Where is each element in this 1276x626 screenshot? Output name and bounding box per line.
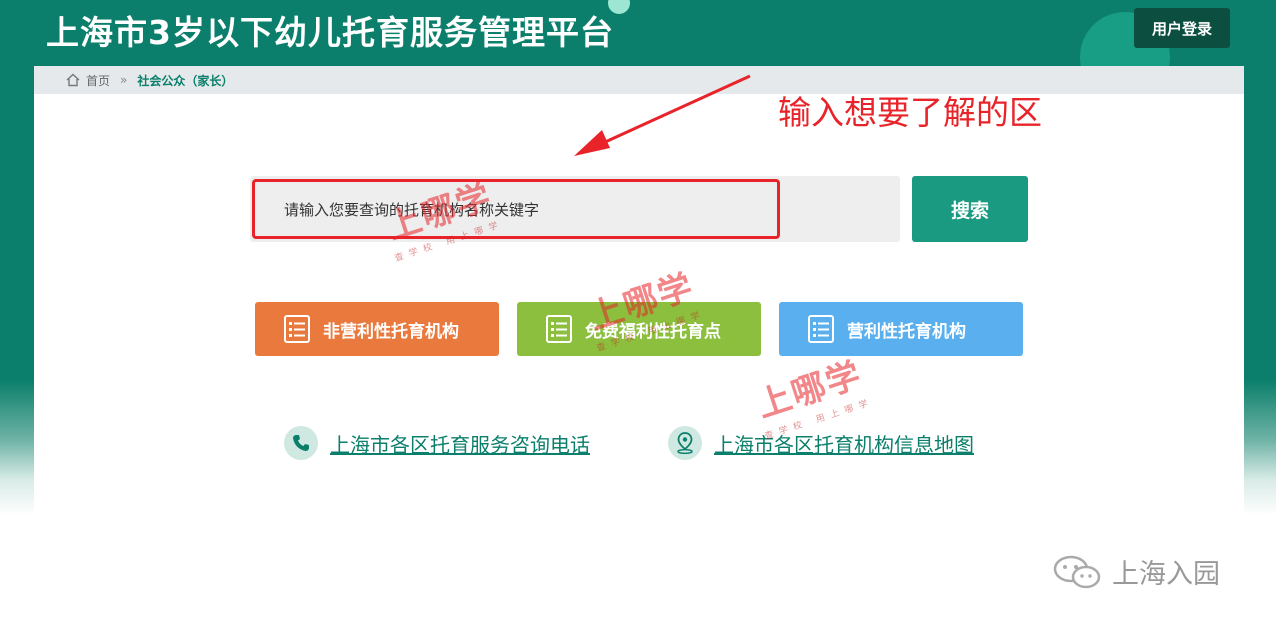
list-icon bbox=[545, 314, 573, 344]
map-pin-icon bbox=[668, 426, 702, 460]
category-label: 非营利性托育机构 bbox=[323, 321, 459, 342]
category-nonprofit-button[interactable]: 非营利性托育机构 bbox=[255, 302, 499, 356]
search-button[interactable]: 搜索 bbox=[912, 176, 1028, 242]
annotation-text: 输入想要了解的区 bbox=[778, 93, 1042, 132]
annotation-arrow-icon bbox=[574, 74, 751, 156]
category-label: 营利性托育机构 bbox=[847, 321, 966, 342]
wechat-icon bbox=[1052, 554, 1104, 590]
category-label: 免费福利性托育点 bbox=[585, 321, 721, 342]
list-icon bbox=[807, 314, 835, 344]
phone-icon bbox=[284, 426, 318, 460]
main-panel: 首页 » 社会公众（家长） 输入想要了解的区 搜索 非营利性托育机构 bbox=[34, 66, 1244, 516]
home-icon[interactable] bbox=[66, 73, 80, 87]
breadcrumb-separator: » bbox=[120, 73, 128, 87]
site-title: 上海市3岁以下幼儿托育服务管理平台 bbox=[46, 13, 614, 52]
category-forprofit-button[interactable]: 营利性托育机构 bbox=[779, 302, 1023, 356]
login-button[interactable]: 用户登录 bbox=[1134, 8, 1230, 48]
watermark-text: 上哪学 bbox=[752, 354, 868, 426]
wechat-account-mark: 上海入园 bbox=[1052, 552, 1220, 591]
link-label: 上海市各区托育服务咨询电话 bbox=[330, 432, 590, 457]
breadcrumb-current: 社会公众（家长） bbox=[137, 73, 234, 88]
list-icon bbox=[283, 314, 311, 344]
breadcrumb-home-link[interactable]: 首页 bbox=[86, 72, 110, 89]
search-input[interactable] bbox=[266, 192, 802, 228]
category-free-welfare-button[interactable]: 免费福利性托育点 bbox=[517, 302, 761, 356]
link-label: 上海市各区托育机构信息地图 bbox=[714, 432, 974, 457]
info-map-link[interactable]: 上海市各区托育机构信息地图 bbox=[668, 426, 974, 460]
consult-phone-link[interactable]: 上海市各区托育服务咨询电话 bbox=[284, 426, 590, 460]
wechat-account-label: 上海入园 bbox=[1112, 559, 1220, 590]
